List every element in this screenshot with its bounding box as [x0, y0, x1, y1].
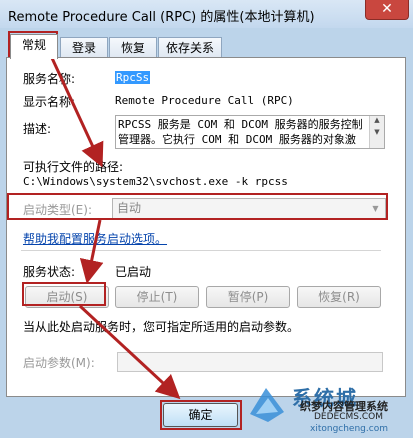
logo-icon [250, 388, 284, 422]
watermark: 系统城 织梦内容管理系统 DEDECMS.COM xitongcheng.com [240, 378, 413, 438]
watermark-site-2: DEDECMS.COM [314, 412, 383, 422]
annotation-arrows [50, 57, 181, 400]
watermark-site-3: xitongcheng.com [310, 424, 388, 434]
arrow-3 [78, 304, 181, 400]
arrow-2 [79, 219, 104, 284]
arrow-1 [50, 57, 104, 168]
tab-general[interactable]: 常规 [10, 34, 58, 59]
